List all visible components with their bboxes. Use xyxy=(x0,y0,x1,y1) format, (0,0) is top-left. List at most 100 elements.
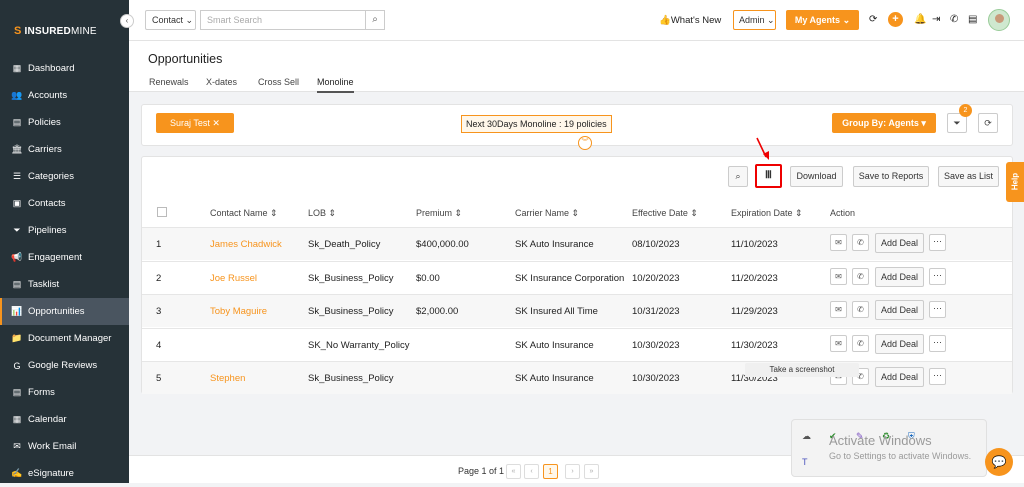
row-number: 3 xyxy=(156,306,162,317)
screenshot-tooltip: Take a screenshot xyxy=(745,363,859,377)
effective-date-cell: 10/30/2023 xyxy=(632,339,680,351)
add-deal-button[interactable]: Add Deal xyxy=(875,266,924,287)
sidebar-item-carriers[interactable]: 🏛 Carriers xyxy=(0,136,129,163)
carrier-cell: SK Insured All Time xyxy=(515,306,598,317)
group-by-button[interactable]: Group By: Agents ▾ xyxy=(832,113,936,133)
brand-logo[interactable]: S INSURED MINE xyxy=(14,25,97,37)
add-deal-button[interactable]: Add Deal xyxy=(875,333,924,354)
save-to-reports-button[interactable]: Save to Reports xyxy=(853,166,929,187)
prev-page-button[interactable]: ‹ xyxy=(524,464,539,479)
bell-icon[interactable]: 🔔 xyxy=(914,14,926,25)
premium-cell: $2,000.00 xyxy=(416,306,459,317)
expiration-date-cell: 11/29/2023 xyxy=(731,306,778,317)
sidebar-item-icon: ☰ xyxy=(12,171,22,181)
sidebar-item-icon: 👥 xyxy=(11,90,23,100)
premium-cell: $400,000.00 xyxy=(416,239,469,250)
email-icon[interactable]: ✉ xyxy=(830,334,847,352)
sidebar-item-forms[interactable]: ▤ Forms xyxy=(0,379,129,406)
sidebar-item-policies[interactable]: ▤ Policies xyxy=(0,109,129,136)
select-all-checkbox[interactable] xyxy=(157,207,167,217)
last-page-button[interactable]: » xyxy=(584,464,599,479)
sidebar-item-label: eSignature xyxy=(28,468,74,479)
phone-icon[interactable]: ✆ xyxy=(852,301,869,318)
sidebar-item-pipelines[interactable]: ⏷ Pipelines xyxy=(0,217,129,244)
refresh-icon[interactable]: ⟳ xyxy=(869,14,877,25)
reset-icon[interactable]: ⟳ xyxy=(978,113,998,133)
sidebar-item-categories[interactable]: ☰ Categories xyxy=(0,163,129,190)
calculator-icon[interactable]: ▤ xyxy=(968,14,977,25)
search-input[interactable]: Smart Search xyxy=(200,10,365,30)
phone-icon[interactable]: ✆ xyxy=(852,334,869,352)
expiration-date-cell: 11/30/2023 xyxy=(731,339,778,351)
download-button[interactable]: Download xyxy=(790,166,843,187)
carrier-cell: SK Auto Insurance xyxy=(515,339,594,351)
email-icon[interactable]: ✉ xyxy=(830,301,847,318)
sidebar-item-dashboard[interactable]: ▦ Dashboard xyxy=(0,55,129,82)
add-deal-button[interactable]: Add Deal xyxy=(875,300,924,320)
sidebar-item-label: Policies xyxy=(28,117,61,128)
sidebar-item-label: Opportunities xyxy=(28,306,85,317)
header-effective-date[interactable]: Effective Date ⇕ xyxy=(632,208,698,219)
sidebar-item-tasklist[interactable]: ▤ Tasklist xyxy=(0,271,129,298)
search-icon[interactable]: ⌕ xyxy=(365,10,385,30)
logout-icon[interactable]: ⇥ xyxy=(932,14,940,25)
tab-cross-sell[interactable]: Cross Sell xyxy=(258,77,299,87)
my-agents-button[interactable]: My Agents ⌄ xyxy=(786,10,859,30)
phone-icon[interactable]: ✆ xyxy=(852,234,869,251)
header-expiration-date[interactable]: Expiration Date ⇕ xyxy=(731,208,803,219)
sidebar-item-icon: 📊 xyxy=(11,306,23,316)
whats-new-link[interactable]: 👍What's New xyxy=(659,15,721,26)
sidebar-item-contacts[interactable]: ▣ Contacts xyxy=(0,190,129,217)
more-actions-button[interactable]: ··· xyxy=(929,368,946,385)
phone-icon[interactable]: ✆ xyxy=(852,267,869,285)
contact-name-link[interactable]: Stephen xyxy=(210,373,245,384)
carrier-cell: SK Auto Insurance xyxy=(515,373,594,384)
first-page-button[interactable]: « xyxy=(506,464,521,479)
search-type-select[interactable]: Contact ⌄ xyxy=(145,10,196,30)
more-actions-button[interactable]: ··· xyxy=(929,234,946,251)
sidebar-item-work-email[interactable]: ✉ Work Email xyxy=(0,433,129,460)
email-icon[interactable]: ✉ xyxy=(830,234,847,251)
header-contact-name[interactable]: Contact Name ⇕ xyxy=(210,208,278,219)
more-actions-button[interactable]: ··· xyxy=(929,267,946,285)
sidebar-item-google-reviews[interactable]: G Google Reviews xyxy=(0,352,129,379)
current-page-button[interactable]: 1 xyxy=(543,464,558,479)
sidebar-item-accounts[interactable]: 👥 Accounts xyxy=(0,82,129,109)
avatar[interactable] xyxy=(988,9,1010,31)
filter-chip[interactable]: Suraj Test ✕ xyxy=(156,113,234,133)
contact-name-link[interactable]: Toby Maguire xyxy=(210,306,267,317)
sidebar-item-opportunities[interactable]: 📊 Opportunities xyxy=(0,298,129,325)
sidebar-item-icon: ▦ xyxy=(12,63,22,73)
columns-icon[interactable]: Ⅲ xyxy=(755,164,782,188)
help-tab[interactable]: Help xyxy=(1006,162,1024,202)
sidebar-item-calendar[interactable]: ▦ Calendar xyxy=(0,406,129,433)
table-search-icon[interactable]: ⌕ xyxy=(728,166,748,187)
header-premium[interactable]: Premium ⇕ xyxy=(416,208,462,219)
phone-icon[interactable]: ✆ xyxy=(950,14,958,25)
contact-name-link[interactable]: Joe Russel xyxy=(210,273,257,284)
carrier-cell: SK Insurance Corporation xyxy=(515,272,625,284)
sidebar-item-label: Contacts xyxy=(28,198,66,209)
sidebar-item-engagement[interactable]: 📢 Engagement xyxy=(0,244,129,271)
header-lob[interactable]: LOB ⇕ xyxy=(308,208,336,219)
tab-x-dates[interactable]: X-dates xyxy=(206,77,237,87)
collapse-sidebar-icon[interactable]: ‹ xyxy=(120,14,134,28)
contact-name-link[interactable]: James Chadwick xyxy=(210,239,282,250)
sidebar-item-document-manager[interactable]: 📁 Document Manager xyxy=(0,325,129,352)
tab-monoline[interactable]: Monoline xyxy=(317,77,354,93)
add-icon[interactable]: + xyxy=(888,12,903,27)
tab-renewals[interactable]: Renewals xyxy=(149,77,189,87)
save-as-list-button[interactable]: Save as List xyxy=(938,166,999,187)
chat-icon[interactable]: 💬 xyxy=(985,448,1013,476)
more-actions-button[interactable]: ··· xyxy=(929,301,946,318)
add-deal-button[interactable]: Add Deal xyxy=(875,367,924,387)
expand-chevron-icon[interactable]: ︾ xyxy=(578,136,592,150)
email-icon[interactable]: ✉ xyxy=(830,267,847,285)
next-page-button[interactable]: › xyxy=(565,464,580,479)
more-actions-button[interactable]: ··· xyxy=(929,334,946,352)
add-deal-button[interactable]: Add Deal xyxy=(875,233,924,253)
sidebar-item-icon: ▣ xyxy=(12,198,22,208)
sidebar-item-label: Categories xyxy=(28,171,74,182)
role-select[interactable]: Admin ⌄ xyxy=(733,10,776,30)
header-carrier-name[interactable]: Carrier Name ⇕ xyxy=(515,208,579,219)
